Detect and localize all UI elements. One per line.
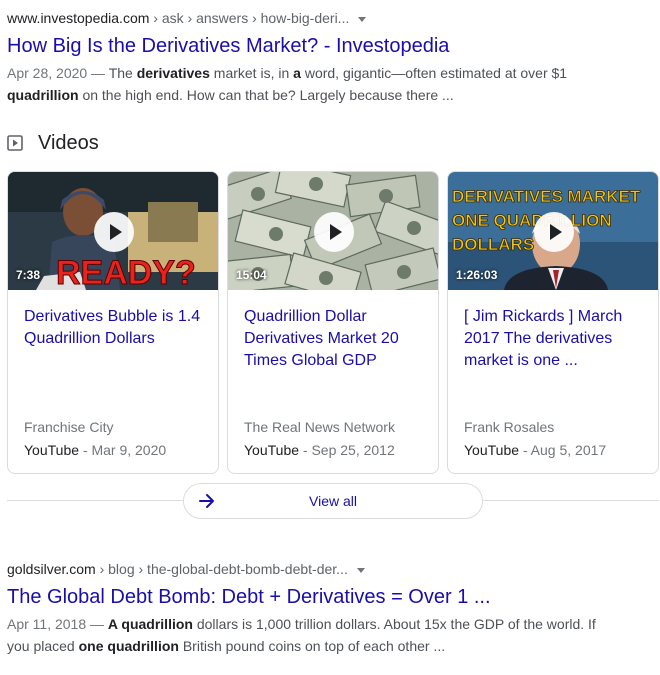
video-channel: Frank Rosales [464, 419, 555, 435]
play-icon[interactable] [314, 212, 354, 252]
view-all-label: View all [309, 493, 357, 509]
thumbnail-caption-line: DERIVATIVES MARKET [452, 187, 641, 206]
play-icon[interactable] [94, 212, 134, 252]
video-source-name: YouTube [464, 442, 520, 458]
result-cite[interactable]: goldsilver.com › blog › the-global-debt-… [7, 559, 647, 579]
video-card[interactable]: DERIVATIVES MARKET ONE QUADRILLION DOLLA… [447, 171, 659, 474]
result-title-link[interactable]: How Big Is the Derivatives Market? - Inv… [7, 33, 647, 59]
videos-section-header: Videos [7, 130, 99, 156]
video-thumbnail[interactable]: DERIVATIVES MARKET ONE QUADRILLION DOLLA… [448, 172, 658, 290]
video-duration: 15:04 [236, 268, 267, 282]
snippet-bold: a [293, 65, 301, 81]
result-date: Apr 11, 2018 — [7, 616, 108, 632]
video-date: - Mar 9, 2020 [79, 442, 167, 458]
snippet-bold: quadrillion [7, 87, 79, 103]
result-title-link[interactable]: The Global Debt Bomb: Debt + Derivatives… [7, 584, 647, 610]
video-title[interactable]: Derivatives Bubble is 1.4 Quadrillion Do… [24, 306, 206, 350]
caret-down-icon[interactable] [358, 16, 367, 22]
video-carousel: READY? 7:38 Derivatives Bubble is 1.4 Qu… [7, 171, 659, 474]
snippet-bold: derivatives [136, 65, 210, 81]
search-result-investopedia: www.investopedia.com › ask › answers › h… [7, 8, 647, 106]
result-snippet: Apr 28, 2020 — The derivatives market is… [7, 62, 607, 106]
caret-down-icon[interactable] [356, 567, 365, 573]
thumbnail-caption: READY? [56, 254, 196, 290]
video-thumbnail[interactable]: 15:04 [228, 172, 438, 290]
video-duration: 1:26:03 [456, 268, 498, 282]
video-source-name: YouTube [244, 442, 300, 458]
snippet-text: word, gigantic—often estimated at over $… [300, 65, 568, 81]
video-channel: Franchise City [24, 419, 114, 435]
search-result-goldsilver: goldsilver.com › blog › the-global-debt-… [7, 559, 647, 657]
video-source-name: YouTube [24, 442, 80, 458]
video-card[interactable]: 15:04 Quadrillion Dollar Derivatives Mar… [227, 171, 439, 474]
video-card[interactable]: READY? 7:38 Derivatives Bubble is 1.4 Qu… [7, 171, 219, 474]
snippet-text: on the high end. How can that be? Largel… [78, 87, 454, 103]
play-icon[interactable] [534, 212, 574, 252]
snippet-bold: one quadrillion [78, 638, 179, 654]
snippet-text: The [108, 65, 137, 81]
video-source: YouTube - Sep 25, 2012 [244, 442, 395, 458]
video-source: YouTube - Aug 5, 2017 [464, 442, 606, 458]
result-site: goldsilver.com [7, 561, 96, 577]
result-site: www.investopedia.com [7, 10, 150, 26]
view-all-button[interactable]: View all [183, 483, 483, 519]
thumbnail-caption-line: ONE QUADRILLION [452, 211, 612, 230]
video-source: YouTube - Mar 9, 2020 [24, 442, 166, 458]
videos-heading: Videos [38, 131, 99, 154]
result-date: Apr 28, 2020 — [7, 65, 109, 81]
video-duration: 7:38 [16, 268, 41, 282]
snippet-text: British pound coins on top of each other… [178, 638, 446, 654]
result-snippet: Apr 11, 2018 — A quadrillion dollars is … [7, 613, 607, 657]
snippet-text: market is, in [209, 65, 294, 81]
video-title[interactable]: Quadrillion Dollar Derivatives Market 20… [244, 306, 426, 372]
result-cite[interactable]: www.investopedia.com › ask › answers › h… [7, 8, 647, 28]
result-path: › ask › answers › how-big-deri... [149, 10, 350, 26]
video-play-icon [7, 135, 23, 151]
result-path: › blog › the-global-debt-bomb-debt-der..… [95, 561, 348, 577]
video-date: - Sep 25, 2012 [299, 442, 395, 458]
video-title[interactable]: [ Jim Rickards ] March 2017 The derivati… [464, 306, 646, 372]
video-channel: The Real News Network [244, 419, 395, 435]
video-date: - Aug 5, 2017 [519, 442, 607, 458]
thumbnail-caption-line: DOLLARS [452, 235, 534, 254]
video-thumbnail[interactable]: READY? 7:38 [8, 172, 218, 290]
snippet-bold: A quadrillion [107, 616, 193, 632]
